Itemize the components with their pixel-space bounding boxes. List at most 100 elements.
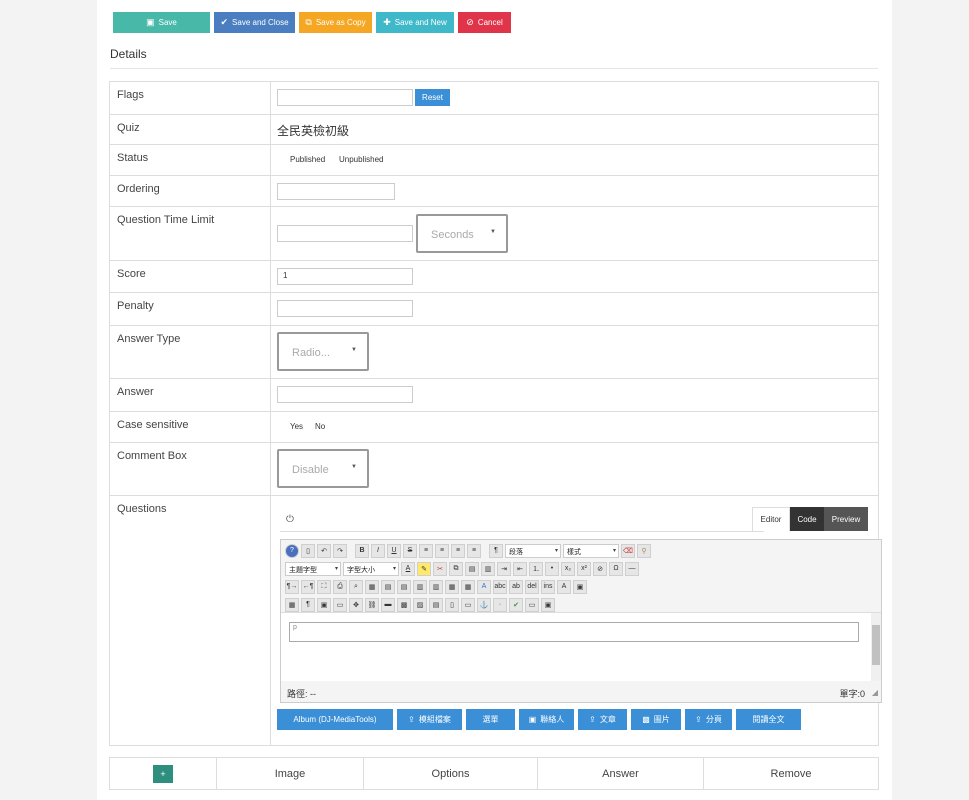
format-icon[interactable]: ¶ (489, 543, 503, 558)
penalty-input[interactable] (277, 300, 413, 317)
resize-handle-icon[interactable]: ◢ (872, 688, 878, 697)
copy-text-icon[interactable]: ⧉ (449, 561, 463, 576)
row-delete-icon[interactable]: ▤ (397, 579, 411, 594)
editor-content-area[interactable]: p (281, 612, 881, 681)
bold-icon[interactable]: B (355, 543, 369, 558)
acronym-icon[interactable]: ab (509, 579, 523, 594)
paste-word-icon[interactable]: ▥ (481, 561, 495, 576)
media-icon[interactable]: ▨ (413, 597, 427, 612)
col-delete-icon[interactable]: ▥ (429, 579, 443, 594)
check-spelling-icon[interactable]: ✔ (509, 597, 523, 612)
power-icon[interactable]: ⏻ (286, 514, 294, 525)
rtl-icon[interactable]: ←¶ (301, 579, 315, 594)
editor-scrollbar[interactable] (871, 613, 881, 681)
find-icon[interactable]: ⌕ (349, 579, 363, 594)
template-icon[interactable]: ▣ (573, 579, 587, 594)
ordering-input[interactable] (277, 183, 395, 200)
article-button[interactable]: ⇪ 文章 (578, 709, 627, 730)
unordered-list-icon[interactable]: • (545, 561, 559, 576)
paste-text-icon[interactable]: ▭ (461, 597, 475, 612)
eraser-icon[interactable]: ⌫ (621, 543, 635, 558)
status-published-option[interactable]: Published (290, 155, 325, 164)
undo-icon[interactable]: ↶ (317, 543, 331, 558)
horizontal-rule-icon[interactable]: — (625, 561, 639, 576)
split-cells-icon[interactable]: ▦ (445, 579, 459, 594)
style-props-icon[interactable]: ▣ (317, 597, 331, 612)
font-select[interactable]: 主題字型 (285, 561, 341, 576)
layer-icon[interactable]: ▭ (333, 597, 347, 612)
reset-button[interactable]: Reset (415, 89, 450, 106)
abbr-icon[interactable]: abc (493, 579, 507, 594)
contact-button[interactable]: ▣ 聯絡人 (519, 709, 574, 730)
italic-icon[interactable]: I (371, 543, 385, 558)
album-button[interactable]: Album (DJ-MediaTools) (277, 709, 393, 730)
iframe-icon[interactable]: ▭ (525, 597, 539, 612)
pagebreak-button[interactable]: ⇪ 分頁 (685, 709, 732, 730)
tab-code[interactable]: Code (790, 507, 824, 531)
align-center-icon[interactable]: ≡ (435, 543, 449, 558)
superscript-icon[interactable]: x² (577, 561, 591, 576)
merge-cells-icon[interactable]: ▦ (461, 579, 475, 594)
align-justify-icon[interactable]: ≡ (467, 543, 481, 558)
ins-icon[interactable]: ins (541, 579, 555, 594)
spellcheck-icon[interactable]: A (477, 579, 491, 594)
cancel-button[interactable]: ⊘ Cancel (458, 12, 511, 33)
row-insert-icon[interactable]: ▤ (381, 579, 395, 594)
del-icon[interactable]: del (525, 579, 539, 594)
link-icon[interactable]: ⛓ (365, 597, 379, 612)
underline-icon[interactable]: U (387, 543, 401, 558)
subscript-icon[interactable]: x₂ (561, 561, 575, 576)
ltr-icon[interactable]: ¶→ (285, 579, 299, 594)
time-unit-select[interactable]: Seconds ▼ (416, 214, 508, 253)
fullscreen-icon[interactable]: ⛶ (317, 579, 331, 594)
image-icon[interactable]: ▩ (397, 597, 411, 612)
readmore-button[interactable]: 閱讀全文 (736, 709, 801, 730)
show-blocks-icon[interactable]: ¶ (301, 597, 315, 612)
tab-editor[interactable]: Editor (752, 507, 790, 531)
omega-icon[interactable]: Ω (609, 561, 623, 576)
help-icon[interactable]: ? (285, 543, 299, 558)
highlight-icon[interactable]: ✎ (417, 561, 431, 576)
save-and-close-button[interactable]: ✔ Save and Close (214, 12, 295, 33)
nonbreaking-icon[interactable]: · (493, 597, 507, 612)
score-input[interactable]: 1 (277, 268, 413, 285)
align-right-icon[interactable]: ≡ (451, 543, 465, 558)
paste-icon[interactable]: ▤ (465, 561, 479, 576)
comment-box-select[interactable]: Disable ▼ (277, 449, 369, 488)
anchor-icon[interactable]: ⚓ (477, 597, 491, 612)
preview-icon[interactable]: ▣ (541, 597, 555, 612)
ordered-list-icon[interactable]: ⒈ (529, 561, 543, 576)
pagebreak-icon[interactable]: ▬ (381, 597, 395, 612)
clear-icon[interactable]: ⊘ (593, 561, 607, 576)
answer-input[interactable] (277, 386, 413, 403)
image-button[interactable]: ▩ 圖片 (631, 709, 681, 730)
file-icon[interactable]: ▯ (445, 597, 459, 612)
flags-input[interactable] (277, 89, 413, 106)
redo-icon[interactable]: ↷ (333, 543, 347, 558)
outdent-icon[interactable]: ⇤ (513, 561, 527, 576)
new-document-icon[interactable]: ▯ (301, 543, 315, 558)
answer-type-select[interactable]: Radio... ▼ (277, 332, 369, 371)
time-limit-input[interactable] (277, 225, 413, 242)
document-icon[interactable]: ▤ (429, 597, 443, 612)
table-icon[interactable]: ▦ (365, 579, 379, 594)
print-icon[interactable]: ⎙ (333, 579, 347, 594)
save-button[interactable]: ▣ Save (113, 12, 210, 33)
attribs-icon[interactable]: A (557, 579, 571, 594)
style-select[interactable]: 樣式 (563, 543, 619, 558)
status-unpublished-option[interactable]: Unpublished (339, 155, 383, 164)
indent-icon[interactable]: ⇥ (497, 561, 511, 576)
save-and-new-button[interactable]: ✚ Save and New (376, 12, 454, 33)
case-no-option[interactable]: No (315, 422, 325, 431)
case-yes-option[interactable]: Yes (290, 422, 303, 431)
col-insert-icon[interactable]: ▥ (413, 579, 427, 594)
paragraph-block[interactable]: p (289, 622, 859, 642)
cut-icon[interactable]: ✂ (433, 561, 447, 576)
align-left-icon[interactable]: ≡ (419, 543, 433, 558)
tab-preview[interactable]: Preview (824, 507, 868, 531)
move-icon[interactable]: ✥ (349, 597, 363, 612)
strikethrough-icon[interactable]: S (403, 543, 417, 558)
menu-button[interactable]: 選單 (466, 709, 515, 730)
format-select[interactable]: 段落 (505, 543, 561, 558)
broom-icon[interactable]: ⚲ (637, 543, 651, 558)
